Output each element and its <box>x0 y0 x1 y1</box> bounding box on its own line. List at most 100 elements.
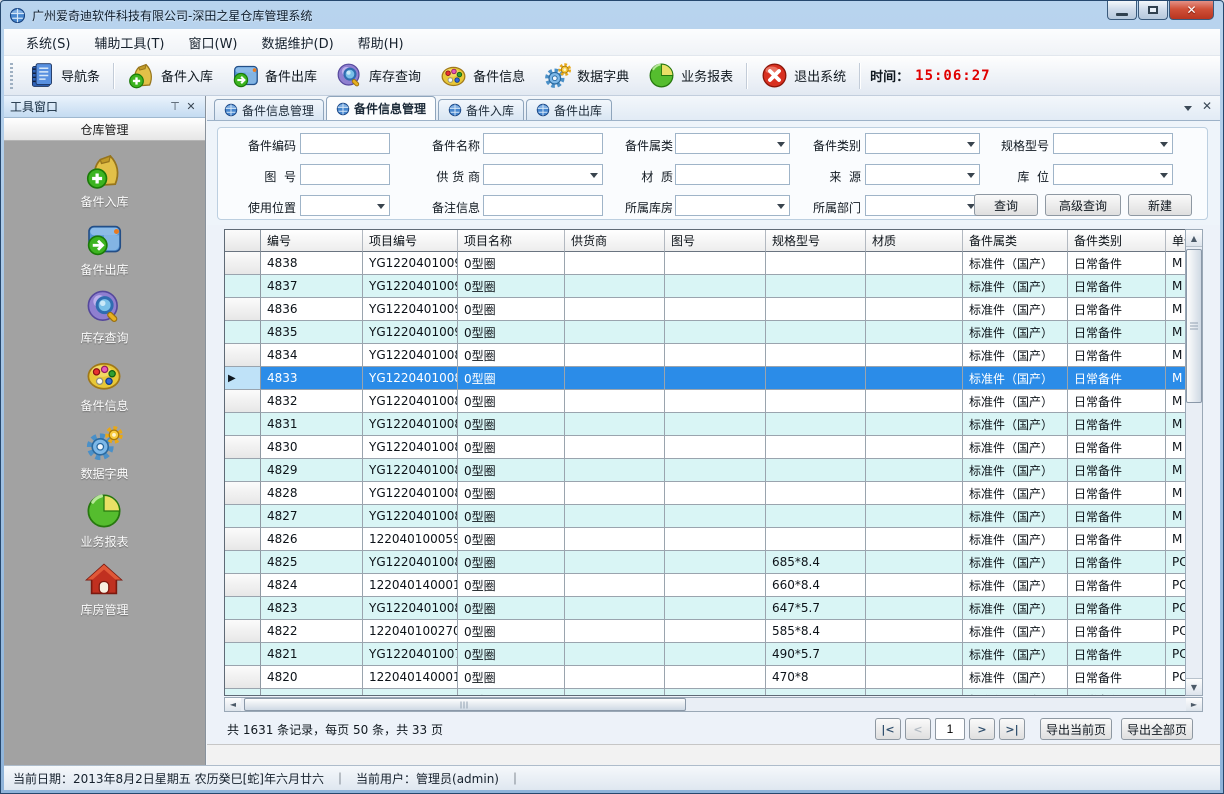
row-header-cell[interactable] <box>225 620 261 643</box>
page-number-input[interactable] <box>935 718 965 740</box>
row-header-cell[interactable] <box>225 344 261 367</box>
table-row-14[interactable]: 4825YG122040100810型圈685*8.4标准件（国产）日常备件PC <box>225 551 1186 574</box>
table-row-partial[interactable]: 0型圈标准件（国产）日常备件 <box>225 689 1186 696</box>
row-header-cell[interactable] <box>225 597 261 620</box>
combo-field-r2c5[interactable] <box>1053 164 1173 185</box>
row-header-cell[interactable] <box>225 413 261 436</box>
vertical-scrollbar[interactable]: ▲ ▼ <box>1185 229 1203 696</box>
table-row-6[interactable]: ▶4833YG122040100880型圈标准件（国产）日常备件M <box>225 367 1186 390</box>
tab-2-active[interactable]: 备件信息管理 <box>326 96 436 120</box>
row-header-cell[interactable] <box>225 321 261 344</box>
column-header-6[interactable]: 规格型号 <box>766 230 866 252</box>
toolbar-button-4[interactable]: 库存查询 <box>326 58 430 93</box>
input-field-r3c2[interactable] <box>483 195 603 216</box>
combo-field-r3c4[interactable] <box>865 195 980 216</box>
scroll-down-icon[interactable]: ▼ <box>1186 678 1202 695</box>
row-header-cell[interactable] <box>225 666 261 689</box>
table-row-19[interactable]: 482012204014000130型圈470*8标准件（国产）日常备件PC <box>225 666 1186 689</box>
toolbar-button-5[interactable]: 备件信息 <box>430 58 534 93</box>
horizontal-scroll-thumb[interactable] <box>244 698 686 711</box>
menu-item-2[interactable]: 辅助工具(T) <box>82 29 176 56</box>
sidebar-item-4[interactable]: 备件信息 <box>80 355 128 414</box>
minimize-button[interactable] <box>1107 1 1137 20</box>
table-row-11[interactable]: 4828YG122040100830型圈标准件（国产）日常备件M <box>225 482 1186 505</box>
horizontal-scrollbar[interactable]: ◄ ► <box>224 697 1203 712</box>
input-field-r2c3[interactable] <box>675 164 790 185</box>
scroll-up-icon[interactable]: ▲ <box>1186 230 1202 247</box>
export-all-pages-button[interactable]: 导出全部页 <box>1121 718 1193 740</box>
table-row-12[interactable]: 4827YG122040100820型圈标准件（国产）日常备件M <box>225 505 1186 528</box>
menu-item-3[interactable]: 窗口(W) <box>177 29 250 56</box>
row-header-cell[interactable] <box>225 505 261 528</box>
row-header-cell[interactable] <box>225 551 261 574</box>
row-header-cell[interactable] <box>225 436 261 459</box>
sidebar-item-1[interactable]: 备件入库 <box>80 151 128 210</box>
combo-field-r1c5[interactable] <box>1053 133 1173 154</box>
toolbar-button-3[interactable]: 备件出库 <box>222 58 326 93</box>
table-row-16[interactable]: 4823YG122040100800型圈647*5.7标准件（国产）日常备件PC <box>225 597 1186 620</box>
input-field-r1c2[interactable] <box>483 133 603 154</box>
table-row-15[interactable]: 482412204014000120型圈660*8.4标准件（国产）日常备件PC <box>225 574 1186 597</box>
column-header-9[interactable]: 备件类别 <box>1068 230 1166 252</box>
menu-item-5[interactable]: 帮助(H) <box>346 29 416 56</box>
table-row-10[interactable]: 4829YG122040100840型圈标准件（国产）日常备件M <box>225 459 1186 482</box>
toolbar-button-8[interactable]: 退出系统 <box>751 58 855 93</box>
panel-close-icon[interactable]: ✕ <box>183 99 199 114</box>
combo-field-r1c4[interactable] <box>865 133 980 154</box>
row-header-cell[interactable] <box>225 390 261 413</box>
row-header-cell[interactable] <box>225 459 261 482</box>
close-button[interactable]: ✕ <box>1169 1 1214 20</box>
input-field-r2c1[interactable] <box>300 164 390 185</box>
tab-4[interactable]: 备件出库 <box>526 99 612 120</box>
sidebar-item-3[interactable]: 库存查询 <box>80 287 128 346</box>
column-header-3[interactable]: 项目名称 <box>458 230 565 252</box>
prev-page-button[interactable]: < <box>905 718 931 740</box>
toolbar-button-1[interactable]: 导航条 <box>18 58 109 93</box>
toolbar-button-7[interactable]: 业务报表 <box>638 58 742 93</box>
table-row-17[interactable]: 482212204010027000型圈585*8.4标准件（国产）日常备件PC <box>225 620 1186 643</box>
scroll-right-icon[interactable]: ► <box>1186 698 1202 711</box>
combo-field-r3c1[interactable] <box>300 195 390 216</box>
vertical-scroll-thumb[interactable] <box>1186 249 1202 403</box>
export-current-page-button[interactable]: 导出当前页 <box>1040 718 1112 740</box>
table-row-4[interactable]: 4835YG122040100900型圈标准件（国产）日常备件M <box>225 321 1186 344</box>
combo-field-r2c2[interactable] <box>483 164 603 185</box>
toolbar-grip[interactable] <box>10 63 13 89</box>
column-header-5[interactable]: 图号 <box>665 230 766 252</box>
table-row-13[interactable]: 482612204010005990型圈标准件（国产）日常备件M <box>225 528 1186 551</box>
sidebar-item-7[interactable]: 库房管理 <box>80 559 128 618</box>
row-header-cell[interactable] <box>225 298 261 321</box>
column-header-8[interactable]: 备件属类 <box>963 230 1068 252</box>
row-header-cell[interactable] <box>225 482 261 505</box>
table-row-7[interactable]: 4832YG122040100870型圈标准件（国产）日常备件M <box>225 390 1186 413</box>
menu-item-1[interactable]: 系统(S) <box>14 29 82 56</box>
table-row-1[interactable]: 4838YG122040100930型圈标准件（国产）日常备件M <box>225 252 1186 275</box>
row-header-cell[interactable]: ▶ <box>225 367 261 390</box>
row-header-cell[interactable] <box>225 689 261 696</box>
sidebar-item-2[interactable]: 备件出库 <box>80 219 128 278</box>
advanced-query-button[interactable]: 高级查询 <box>1045 194 1121 216</box>
toolbar-button-2[interactable]: 备件入库 <box>118 58 222 93</box>
chevron-down-icon[interactable] <box>1184 106 1192 111</box>
table-row-5[interactable]: 4834YG122040100890型圈标准件（国产）日常备件M <box>225 344 1186 367</box>
column-header-4[interactable]: 供货商 <box>565 230 665 252</box>
row-header-cell[interactable] <box>225 574 261 597</box>
pin-icon[interactable]: ⊤ <box>167 99 183 114</box>
column-header-10[interactable]: 单位 <box>1166 230 1186 252</box>
column-header-7[interactable]: 材质 <box>866 230 963 252</box>
combo-field-r1c3[interactable] <box>675 133 790 154</box>
query-button[interactable]: 查询 <box>974 194 1038 216</box>
table-row-8[interactable]: 4831YG122040100860型圈标准件（国产）日常备件M <box>225 413 1186 436</box>
menu-item-4[interactable]: 数据维护(D) <box>250 29 346 56</box>
sidebar-group-header[interactable]: 仓库管理 <box>4 118 205 141</box>
row-header-cell[interactable] <box>225 643 261 666</box>
combo-field-r3c3[interactable] <box>675 195 790 216</box>
column-header-2[interactable]: 项目编号 <box>363 230 458 252</box>
scroll-left-icon[interactable]: ◄ <box>225 698 241 711</box>
tabs-close-icon[interactable]: ✕ <box>1202 100 1212 112</box>
first-page-button[interactable]: |< <box>875 718 901 740</box>
new-button[interactable]: 新建 <box>1128 194 1192 216</box>
toolbar-button-6[interactable]: 数据字典 <box>534 58 638 93</box>
table-row-18[interactable]: 4821YG122040100790型圈490*5.7标准件（国产）日常备件PC <box>225 643 1186 666</box>
sidebar-item-5[interactable]: 数据字典 <box>80 423 128 482</box>
